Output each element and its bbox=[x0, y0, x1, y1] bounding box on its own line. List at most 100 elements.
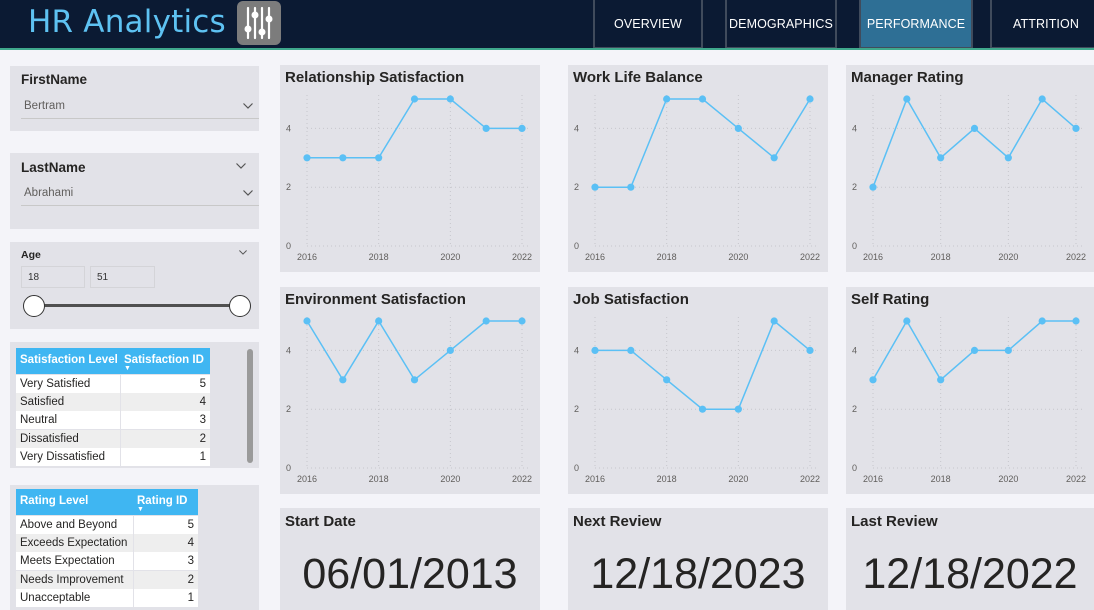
satisfaction-table: Satisfaction Level Satisfaction ID ▼ Ver… bbox=[16, 348, 210, 466]
table-cell: 3 bbox=[121, 411, 210, 430]
age-slider-min-handle[interactable] bbox=[23, 295, 45, 317]
data-point bbox=[869, 376, 877, 384]
table-row[interactable]: Unacceptable 1 bbox=[16, 588, 198, 607]
table-cell: 4 bbox=[121, 393, 210, 412]
data-point bbox=[1072, 317, 1080, 325]
data-point bbox=[591, 346, 599, 354]
data-point bbox=[869, 183, 877, 191]
table-row[interactable]: Very Satisfied 5 bbox=[16, 375, 210, 393]
age-slicer: Age 18 51 bbox=[10, 242, 259, 329]
y-tick-label: 4 bbox=[286, 123, 291, 133]
app-title: HR Analytics bbox=[28, 4, 226, 40]
data-point bbox=[518, 317, 526, 325]
data-point bbox=[970, 346, 979, 354]
data-point bbox=[375, 317, 383, 325]
table-row[interactable]: Needs Improvement 2 bbox=[16, 570, 198, 589]
x-tick-label: 2022 bbox=[800, 252, 820, 262]
satisfaction-id-header[interactable]: Satisfaction ID ▼ bbox=[120, 348, 210, 374]
tab-overview[interactable]: OVERVIEW bbox=[593, 0, 703, 49]
y-tick-label: 0 bbox=[286, 463, 291, 473]
x-tick-label: 2016 bbox=[297, 474, 317, 484]
line-chart-plot: 0 2 4 2016 2018 2020 2022 bbox=[286, 317, 532, 484]
work-life-balance-chart[interactable]: 0 2 4 2016 2018 2020 2022 Work Life Balance bbox=[568, 65, 828, 272]
table-row[interactable]: Very Dissatisfied 1 bbox=[16, 447, 210, 466]
table-row[interactable]: Neutral 3 bbox=[16, 411, 210, 430]
table-cell: 1 bbox=[121, 447, 210, 466]
collapse-chevron-icon[interactable] bbox=[239, 250, 247, 255]
data-point bbox=[1072, 124, 1080, 132]
data-point bbox=[970, 124, 979, 132]
chart-title: Job Satisfaction bbox=[573, 291, 689, 308]
job-satisfaction-chart[interactable]: 0 2 4 2016 2018 2020 2022 Job Satisfaction bbox=[568, 287, 828, 494]
table-row[interactable]: Above and Beyond 5 bbox=[16, 516, 198, 534]
kpi-title: Start Date bbox=[285, 513, 356, 530]
chevron-down-icon bbox=[243, 190, 253, 196]
x-tick-label: 2018 bbox=[931, 252, 951, 262]
age-max-input[interactable]: 51 bbox=[90, 266, 155, 288]
x-tick-label: 2018 bbox=[369, 252, 389, 262]
rating-id-header[interactable]: Rating ID ▼ bbox=[133, 489, 198, 515]
firstname-slicer-title: FirstName bbox=[21, 72, 88, 87]
data-point bbox=[410, 95, 419, 103]
table-cell: Unacceptable bbox=[16, 588, 133, 607]
data-point bbox=[1004, 154, 1012, 162]
data-point bbox=[937, 376, 945, 384]
table-row[interactable]: Exceeds Expectation 4 bbox=[16, 534, 198, 553]
table-scrollbar[interactable] bbox=[247, 349, 253, 463]
table-cell: Neutral bbox=[16, 411, 120, 430]
table-row[interactable]: Satisfied 4 bbox=[16, 393, 210, 412]
tab-attrition[interactable]: ATTRITION bbox=[990, 0, 1094, 49]
firstname-value: Bertram bbox=[24, 100, 65, 112]
satisfaction-level-header[interactable]: Satisfaction Level bbox=[16, 348, 120, 374]
y-tick-label: 0 bbox=[286, 241, 291, 251]
lastname-dropdown[interactable]: Abrahami bbox=[21, 182, 259, 206]
self-rating-chart[interactable]: 0 2 4 2016 2018 2020 2022 Self Rating bbox=[846, 287, 1094, 494]
data-point bbox=[698, 95, 707, 103]
lastname-value: Abrahami bbox=[24, 187, 74, 199]
collapse-chevron-icon[interactable] bbox=[236, 163, 246, 169]
age-slider-track[interactable] bbox=[34, 304, 240, 307]
data-point bbox=[627, 183, 635, 191]
data-point bbox=[339, 376, 347, 384]
age-min-input[interactable]: 18 bbox=[21, 266, 85, 288]
x-tick-label: 2016 bbox=[585, 252, 605, 262]
age-slider-max-handle[interactable] bbox=[229, 295, 251, 317]
table-cell: 4 bbox=[134, 534, 198, 553]
chart-title: Work Life Balance bbox=[573, 69, 703, 86]
x-tick-label: 2022 bbox=[1066, 474, 1086, 484]
start-date-card: Start Date 06/01/2013 bbox=[280, 508, 540, 610]
y-tick-label: 2 bbox=[852, 182, 857, 192]
table-cell: Dissatisfied bbox=[16, 429, 120, 448]
x-tick-label: 2022 bbox=[512, 252, 532, 262]
tab-performance[interactable]: PERFORMANCE bbox=[859, 0, 973, 49]
data-point bbox=[446, 95, 454, 103]
header-divider bbox=[0, 48, 1094, 50]
kpi-title: Next Review bbox=[573, 513, 662, 530]
relationship-satisfaction-chart[interactable]: 0 2 4 2016 2018 2020 2022 Relationship Satisfa… bbox=[280, 65, 540, 272]
data-point bbox=[482, 317, 490, 325]
kpi-value: 06/01/2013 bbox=[302, 550, 518, 598]
tab-demographics[interactable]: DEMOGRAPHICS bbox=[725, 0, 837, 49]
kpi-value: 12/18/2023 bbox=[590, 550, 806, 598]
data-point bbox=[698, 405, 707, 413]
table-row[interactable]: Meets Expectation 3 bbox=[16, 552, 198, 571]
manager-rating-chart[interactable]: 0 2 4 2016 2018 2020 2022 Manager Rating bbox=[846, 65, 1094, 272]
x-tick-label: 2018 bbox=[657, 252, 677, 262]
table-cell: Above and Beyond bbox=[16, 516, 133, 534]
firstname-dropdown[interactable]: Bertram bbox=[21, 95, 259, 119]
y-tick-label: 0 bbox=[574, 463, 579, 473]
firstname-slicer: FirstName Bertram bbox=[10, 66, 259, 131]
line-chart-plot: 0 2 4 2016 2018 2020 2022 bbox=[852, 317, 1086, 484]
table-cell: Satisfied bbox=[16, 393, 120, 412]
y-tick-label: 2 bbox=[286, 182, 291, 192]
table-row[interactable]: Dissatisfied 2 bbox=[16, 429, 210, 448]
data-point bbox=[734, 405, 742, 413]
data-point bbox=[903, 95, 911, 103]
x-tick-label: 2020 bbox=[728, 252, 748, 262]
environment-satisfaction-chart[interactable]: 0 2 4 2016 2018 2020 2022 Environment Satisfac… bbox=[280, 287, 540, 494]
x-tick-label: 2022 bbox=[800, 474, 820, 484]
rating-level-header[interactable]: Rating Level bbox=[16, 489, 133, 515]
lastname-slicer-title: LastName bbox=[21, 160, 86, 175]
x-tick-label: 2016 bbox=[297, 252, 317, 262]
x-tick-label: 2020 bbox=[440, 252, 460, 262]
